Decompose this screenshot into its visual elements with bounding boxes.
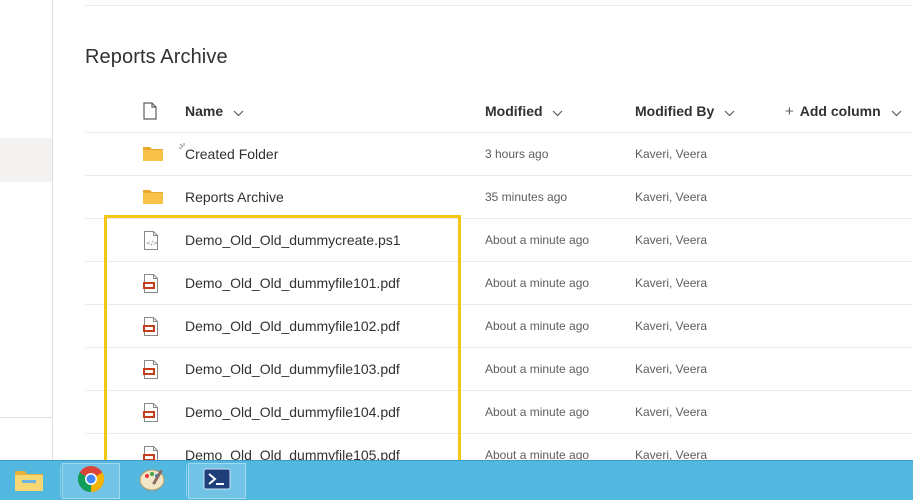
item-name[interactable]: Demo_Old_Old_dummyfile102.pdf: [185, 318, 400, 334]
item-modified-by[interactable]: Kaveri, Veera: [635, 276, 707, 290]
item-name[interactable]: Demo_Old_Old_dummyfile104.pdf: [185, 404, 400, 420]
file-list: Created Folder 3 hours ago Kaveri, Veera…: [85, 133, 913, 477]
item-name[interactable]: Reports Archive: [185, 189, 284, 205]
left-nav-divider: [0, 417, 52, 418]
paint-button[interactable]: [124, 463, 182, 499]
list-item[interactable]: Demo_Old_Old_dummyfile102.pdf About a mi…: [85, 305, 913, 348]
taskbar-separator: [60, 465, 61, 497]
item-modified-by[interactable]: Kaveri, Veera: [635, 405, 707, 419]
item-modified: 3 hours ago: [485, 147, 549, 161]
file-type-icon[interactable]: [143, 102, 157, 125]
pdf-file-icon: [143, 360, 165, 380]
column-name[interactable]: Name: [185, 95, 244, 127]
chevron-down-icon: [233, 96, 244, 128]
column-modified[interactable]: Modified: [485, 95, 563, 127]
item-modified: About a minute ago: [485, 405, 590, 419]
list-item[interactable]: Reports Archive 35 minutes ago Kaveri, V…: [85, 176, 913, 219]
item-name[interactable]: Created Folder: [185, 146, 278, 162]
taskbar-separator: [186, 465, 187, 497]
left-navigation: [0, 0, 53, 460]
left-nav-selected-item[interactable]: [0, 138, 52, 182]
script-file-icon: </>: [143, 231, 165, 251]
item-name[interactable]: Demo_Old_Old_dummyfile101.pdf: [185, 275, 400, 291]
pdf-file-icon: [143, 403, 165, 423]
item-modified-by[interactable]: Kaveri, Veera: [635, 362, 707, 376]
powershell-button[interactable]: [188, 463, 246, 499]
item-name[interactable]: Demo_Old_Old_dummycreate.ps1: [185, 232, 401, 248]
list-item[interactable]: Created Folder 3 hours ago Kaveri, Veera: [85, 133, 913, 176]
folder-icon: [143, 188, 165, 208]
list-item[interactable]: Demo_Old_Old_dummyfile104.pdf About a mi…: [85, 391, 913, 434]
column-header-row: Name Modified Modified By + Add column: [85, 95, 913, 133]
item-modified-by[interactable]: Kaveri, Veera: [635, 319, 707, 333]
list-item[interactable]: </> Demo_Old_Old_dummycreate.ps1 About a…: [85, 219, 913, 262]
add-column-label: Add column: [799, 103, 881, 119]
item-modified: About a minute ago: [485, 276, 590, 290]
column-modified-by-label: Modified By: [635, 103, 715, 119]
chevron-down-icon: [724, 96, 735, 128]
item-modified: 35 minutes ago: [485, 190, 568, 204]
chrome-button[interactable]: [62, 463, 120, 499]
item-name[interactable]: Demo_Old_Old_dummyfile103.pdf: [185, 361, 400, 377]
column-name-label: Name: [185, 103, 224, 119]
chevron-down-icon: [552, 96, 563, 128]
item-modified: About a minute ago: [485, 233, 590, 247]
pdf-file-icon: [143, 274, 165, 294]
item-modified: About a minute ago: [485, 362, 590, 376]
top-divider: [85, 5, 913, 6]
paint-icon: [138, 465, 168, 498]
list-item[interactable]: Demo_Old_Old_dummyfile101.pdf About a mi…: [85, 262, 913, 305]
folder-icon: [143, 145, 165, 165]
powershell-icon: [203, 468, 231, 495]
column-modified-label: Modified: [485, 103, 543, 119]
chrome-icon: [76, 464, 106, 499]
plus-icon: +: [785, 103, 794, 120]
chevron-down-icon: [891, 96, 902, 128]
list-item[interactable]: Demo_Old_Old_dummyfile103.pdf About a mi…: [85, 348, 913, 391]
item-modified-by[interactable]: Kaveri, Veera: [635, 190, 707, 204]
item-modified-by[interactable]: Kaveri, Veera: [635, 147, 707, 161]
taskbar: [0, 460, 913, 500]
column-modified-by[interactable]: Modified By: [635, 95, 735, 127]
item-modified-by[interactable]: Kaveri, Veera: [635, 233, 707, 247]
svg-text:</>: </>: [146, 240, 158, 247]
page-title: Reports Archive: [85, 46, 228, 68]
item-modified: About a minute ago: [485, 319, 590, 333]
file-explorer-button[interactable]: [0, 463, 58, 499]
add-column-button[interactable]: + Add column: [785, 95, 902, 127]
file-explorer-icon: [13, 465, 45, 498]
pdf-file-icon: [143, 317, 165, 337]
